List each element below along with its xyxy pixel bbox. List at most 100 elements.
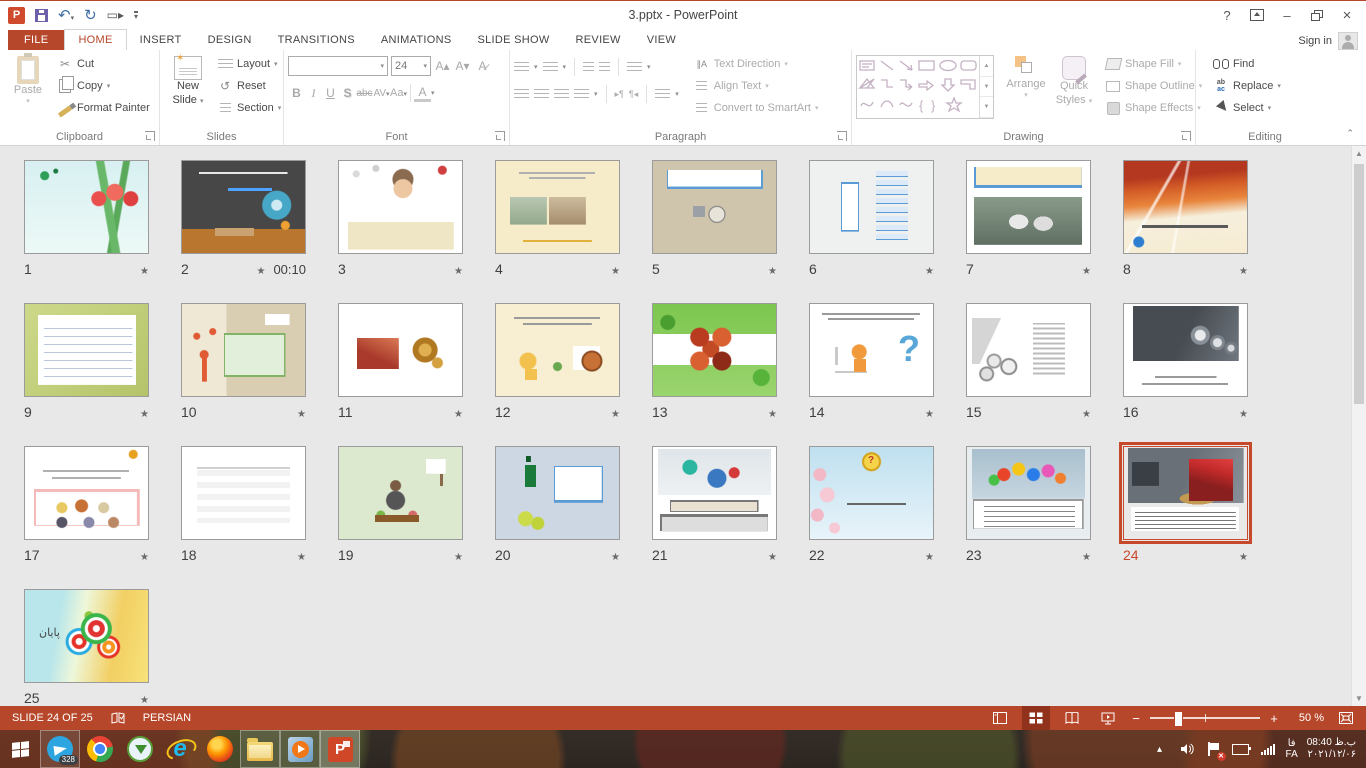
slide-cell-4[interactable]: 4★ [495, 160, 652, 303]
start-slideshow-icon[interactable]: ▭▸ [107, 9, 124, 21]
tab-review[interactable]: REVIEW [563, 30, 634, 50]
vertical-scrollbar[interactable]: ▲ ▼ [1351, 146, 1366, 706]
action-center-flag-icon[interactable]: ✕ [1205, 739, 1223, 759]
reset-button[interactable]: ↺Reset [214, 75, 284, 97]
taskbar-telegram[interactable]: 328 [40, 730, 80, 768]
select-button[interactable]: Select▾ [1210, 97, 1284, 119]
slide-12-thumbnail[interactable] [495, 303, 620, 397]
reading-view-button[interactable] [1058, 706, 1086, 730]
slide-cell-22[interactable]: 22★ [809, 446, 966, 589]
slide-20-thumbnail[interactable] [495, 446, 620, 540]
slide-cell-10[interactable]: 10★ [181, 303, 338, 446]
font-dialog-launcher[interactable] [495, 131, 505, 141]
line-spacing-icon[interactable] [627, 62, 642, 73]
new-slide-button[interactable]: New Slide ▾ [164, 53, 212, 111]
drawing-dialog-launcher[interactable] [1181, 131, 1191, 141]
slide-13-thumbnail[interactable] [652, 303, 777, 397]
slide-17-thumbnail[interactable] [24, 446, 149, 540]
normal-view-button[interactable] [986, 706, 1014, 730]
shapes-scroll[interactable]: ▲▼▼ [979, 56, 993, 118]
slide-cell-24[interactable]: 24★ [1123, 446, 1280, 589]
minimize-icon[interactable]: – [1274, 5, 1300, 25]
language-indicator[interactable]: PERSIAN [143, 712, 191, 724]
find-button[interactable]: Find [1210, 53, 1284, 75]
close-icon[interactable]: × [1334, 5, 1360, 25]
undo-icon[interactable]: ↶▾ [58, 8, 74, 23]
scroll-down-icon[interactable]: ▼ [1352, 691, 1366, 706]
zoom-in-button[interactable]: + [1268, 711, 1280, 726]
zoom-level[interactable]: 50 % [1288, 712, 1324, 724]
tab-animations[interactable]: ANIMATIONS [368, 30, 465, 50]
restore-icon[interactable] [1304, 5, 1330, 25]
shape-fill-button[interactable]: Shape Fill▾ [1102, 53, 1205, 75]
slide-cell-19[interactable]: 19★ [338, 446, 495, 589]
copy-button[interactable]: Copy▾ [54, 75, 153, 97]
scroll-up-icon[interactable]: ▲ [1352, 146, 1366, 161]
slide-25-thumbnail[interactable] [24, 589, 149, 683]
slide-1-thumbnail[interactable] [24, 160, 149, 254]
decrease-font-size-icon[interactable]: A▾ [454, 59, 471, 73]
slide-cell-16[interactable]: 16★ [1123, 303, 1280, 446]
sign-in-link[interactable]: Sign in [1298, 35, 1332, 47]
font-color-caret[interactable]: ▾ [431, 89, 435, 97]
slide-cell-2[interactable]: 2★00:10 [181, 160, 338, 303]
shape-effects-button[interactable]: Shape Effects▾ [1102, 97, 1205, 119]
tab-file[interactable]: FILE [8, 30, 64, 50]
font-color-button[interactable]: A [414, 85, 431, 102]
clock[interactable]: ب.ظ 08:40 ۲۰۲۱/۱۲/۰۶ [1307, 737, 1356, 761]
slide-cell-8[interactable]: 8★ [1123, 160, 1280, 303]
taskbar-file-explorer[interactable] [240, 730, 280, 768]
tab-transitions[interactable]: TRANSITIONS [265, 30, 368, 50]
slide-cell-1[interactable]: 1★ [24, 160, 181, 303]
quick-styles-button[interactable]: Quick Styles ▾ [1050, 53, 1098, 111]
slide-15-thumbnail[interactable] [966, 303, 1091, 397]
slide-19-thumbnail[interactable] [338, 446, 463, 540]
clipboard-dialog-launcher[interactable] [145, 131, 155, 141]
numbering-icon[interactable] [543, 62, 558, 73]
slide-7-thumbnail[interactable] [966, 160, 1091, 254]
arrange-button[interactable]: Arrange▾ [1002, 53, 1050, 104]
slide-cell-3[interactable]: 3★ [338, 160, 495, 303]
zoom-out-button[interactable]: − [1130, 711, 1142, 726]
replace-button[interactable]: abacReplace▾ [1210, 75, 1284, 97]
clear-formatting-icon[interactable]: A̷ [474, 59, 491, 73]
collapse-ribbon-icon[interactable]: ⌃ [1346, 128, 1354, 139]
bullets-icon[interactable] [514, 62, 529, 73]
tab-home[interactable]: HOME [64, 29, 126, 51]
paste-button[interactable]: Paste▾ [4, 53, 52, 110]
cut-button[interactable]: ✂Cut [54, 53, 153, 75]
slide-sorter-view-button[interactable] [1022, 706, 1050, 730]
save-icon[interactable] [35, 9, 48, 22]
change-case-button[interactable]: Aa▾ [390, 87, 407, 99]
slide-3-thumbnail[interactable] [338, 160, 463, 254]
slide-cell-17[interactable]: 17★ [24, 446, 181, 589]
volume-icon[interactable] [1178, 739, 1196, 759]
user-avatar[interactable] [1338, 32, 1358, 50]
tab-slide-show[interactable]: SLIDE SHOW [464, 30, 562, 50]
slide-cell-21[interactable]: 21★ [652, 446, 809, 589]
shape-outline-button[interactable]: Shape Outline▾ [1102, 75, 1205, 97]
language-switcher[interactable]: فا FA [1286, 738, 1298, 760]
slide-9-thumbnail[interactable] [24, 303, 149, 397]
align-text-button[interactable]: Align Text▾ [691, 75, 822, 97]
convert-to-smartart-button[interactable]: Convert to SmartArt▾ [691, 97, 822, 119]
tab-view[interactable]: VIEW [634, 30, 689, 50]
slide-4-thumbnail[interactable] [495, 160, 620, 254]
justify-icon[interactable] [574, 89, 589, 100]
tab-insert[interactable]: INSERT [127, 30, 195, 50]
slide-cell-18[interactable]: 18★ [181, 446, 338, 589]
slide-21-thumbnail[interactable] [652, 446, 777, 540]
text-shadow-button[interactable]: S [339, 86, 356, 100]
taskbar-idm[interactable] [120, 730, 160, 768]
network-signal-icon[interactable] [1259, 743, 1277, 755]
taskbar-internet-explorer[interactable]: e [160, 730, 200, 768]
taskbar-firefox[interactable] [200, 730, 240, 768]
slide-cell-13[interactable]: 13★ [652, 303, 809, 446]
slide-2-thumbnail[interactable] [181, 160, 306, 254]
battery-icon[interactable] [1232, 739, 1250, 759]
slide-cell-5[interactable]: 5★ [652, 160, 809, 303]
section-button[interactable]: Section▾ [214, 97, 284, 119]
slide-cell-15[interactable]: 15★ [966, 303, 1123, 446]
underline-button[interactable]: U [322, 86, 339, 100]
rtl-direction-icon[interactable]: ¶◂ [629, 89, 638, 100]
